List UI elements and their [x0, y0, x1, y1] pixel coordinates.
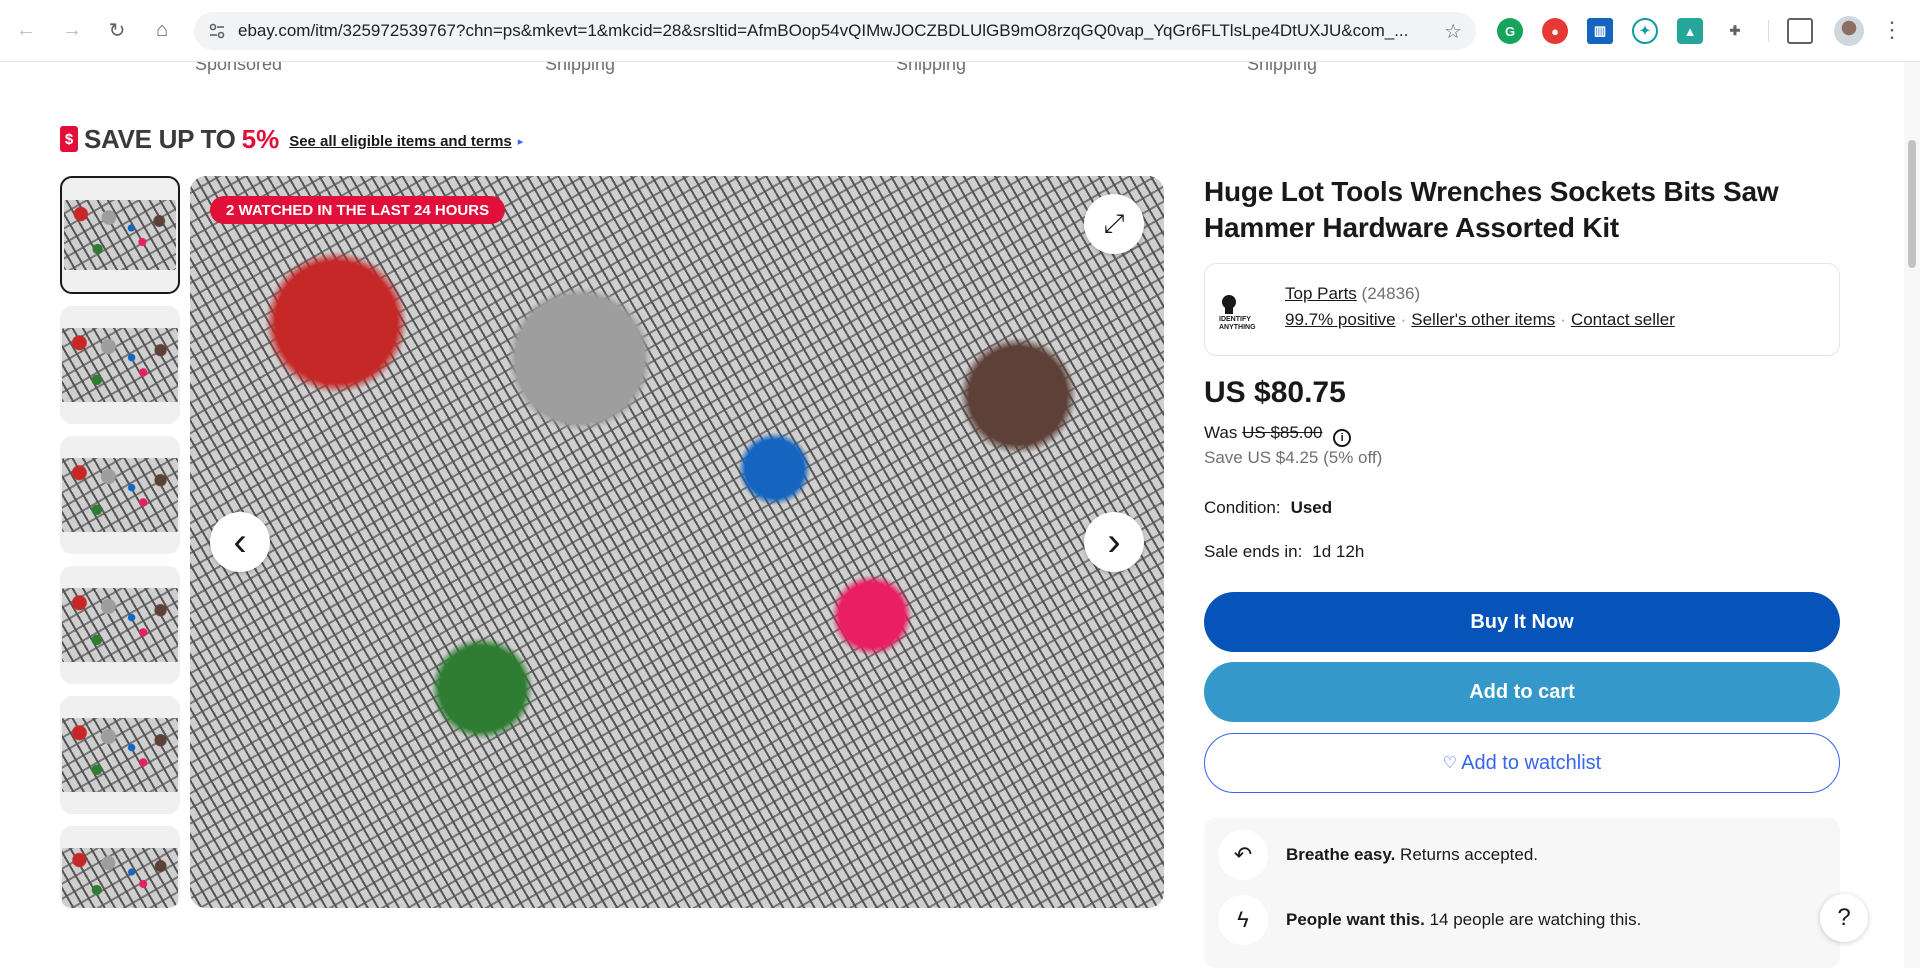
thumbnail-4[interactable]: [60, 566, 180, 684]
separator-dot: ·: [1560, 310, 1566, 329]
returns-bold: Breathe easy.: [1286, 845, 1396, 864]
returns-detail: Returns accepted.: [1400, 845, 1539, 864]
page-scrollbar[interactable]: [1904, 62, 1920, 968]
chart-extension-icon[interactable]: ▥: [1587, 18, 1613, 44]
page-content: Sponsored Shipping Shipping Shipping $ S…: [0, 62, 1904, 968]
seller-logo-text: IDENTIFY ANYTHING: [1219, 316, 1256, 331]
returns-row: ↶ Breathe easy. Returns accepted.: [1218, 830, 1538, 880]
seller-card: IDENTIFY ANYTHING Top Parts (24836) 99.7…: [1204, 263, 1840, 356]
sale-ends-row: Sale ends in: 1d 12h: [1204, 542, 1364, 562]
demand-row: ϟ People want this. 14 people are watchi…: [1218, 895, 1641, 945]
assurance-panel: ↶ Breathe easy. Returns accepted. ϟ Peop…: [1204, 818, 1840, 968]
address-bar[interactable]: ebay.com/itm/325972539767?chn=ps&mkevt=1…: [194, 12, 1476, 50]
seller-logo[interactable]: IDENTIFY ANYTHING: [1219, 294, 1271, 331]
toolbar-divider: [1768, 20, 1769, 42]
url-text[interactable]: ebay.com/itm/325972539767?chn=ps&mkevt=1…: [234, 21, 1454, 41]
info-icon[interactable]: i: [1333, 429, 1352, 447]
thumbnail-3[interactable]: [60, 436, 180, 554]
seller-feedback-count: (24836): [1361, 284, 1421, 303]
savings-text: Save US $4.25 (5% off): [1204, 448, 1383, 467]
reload-icon[interactable]: ↻: [101, 14, 133, 46]
eligible-items-link[interactable]: See all eligible items and terms: [289, 133, 512, 150]
item-price: US $80.75: [1204, 376, 1346, 409]
save-percent: 5%: [241, 123, 280, 154]
thumbnail-image: [62, 588, 178, 662]
browser-toolbar: ← → ↻ ⌂ ebay.com/itm/325972539767?chn=ps…: [0, 0, 1920, 62]
next-image-button[interactable]: ›: [1084, 512, 1144, 572]
seller-other-items-link[interactable]: Seller's other items: [1411, 310, 1555, 329]
thumbnail-2[interactable]: [60, 306, 180, 424]
site-info-icon[interactable]: [200, 12, 234, 50]
shipping-label: Shipping: [545, 62, 616, 74]
thumbnail-1[interactable]: [60, 176, 180, 294]
thumbnail-image: [64, 200, 176, 270]
condition-label: Condition:: [1204, 498, 1281, 517]
separator-dot: ·: [1400, 310, 1407, 329]
add-to-watchlist-button[interactable]: ♡ Add to watchlist: [1204, 733, 1840, 793]
help-button[interactable]: ?: [1820, 894, 1868, 942]
was-label: Was: [1204, 423, 1238, 442]
sale-ends-label: Sale ends in:: [1204, 542, 1303, 561]
demand-text: People want this. 14 people are watching…: [1286, 910, 1641, 930]
seller-name-row: Top Parts (24836): [1285, 284, 1420, 304]
thumbnail-5[interactable]: [60, 696, 180, 814]
buy-it-now-button[interactable]: Buy It Now: [1204, 592, 1840, 652]
sponsored-label: Sponsored: [195, 62, 283, 74]
shipping-label: Shipping: [1247, 62, 1318, 74]
thumbnail-image: [62, 458, 178, 532]
previous-image-button[interactable]: ‹: [210, 512, 270, 572]
item-title: Huge Lot Tools Wrenches Sockets Bits Saw…: [1204, 176, 1779, 243]
seller-links: 99.7% positive · Seller's other items · Cont…: [1285, 310, 1675, 330]
positive-feedback-link[interactable]: 99.7% positive: [1285, 310, 1396, 329]
was-price-row: Was US $85.00 i: [1204, 423, 1352, 447]
thumbnail-image: [62, 718, 178, 792]
browser-menu-icon[interactable]: ⋮: [1876, 14, 1908, 46]
condition-row: Condition: Used: [1204, 498, 1332, 518]
profile-avatar[interactable]: [1834, 16, 1864, 46]
bookmark-star-icon[interactable]: ☆: [1444, 19, 1462, 44]
thumbnail-image: [62, 848, 178, 908]
extensions-puzzle-icon[interactable]: ✚: [1722, 18, 1748, 44]
lightning-icon: ϟ: [1218, 895, 1268, 945]
home-icon[interactable]: ⌂: [146, 14, 178, 46]
watchlist-label: Add to watchlist: [1461, 751, 1602, 774]
triangle-right-icon: ▸: [517, 135, 524, 148]
contact-seller-link[interactable]: Contact seller: [1571, 310, 1675, 329]
heart-icon: ♡: [1442, 755, 1458, 772]
pokeball-extension-icon[interactable]: ●: [1542, 18, 1568, 44]
demand-bold: People want this.: [1286, 910, 1425, 929]
seller-name-link[interactable]: Top Parts: [1285, 284, 1357, 303]
side-panel-icon[interactable]: [1787, 18, 1813, 44]
condition-value: Used: [1290, 498, 1333, 517]
main-product-image[interactable]: 2 WATCHED IN THE LAST 24 HOURS ⤢ ‹ ›: [190, 176, 1164, 908]
save-up-to-text: SAVE UP TO: [84, 123, 236, 154]
network-extension-icon[interactable]: ✦: [1632, 18, 1658, 44]
image-extension-icon[interactable]: ▲: [1677, 18, 1703, 44]
expand-icon[interactable]: ⤢: [1084, 194, 1144, 254]
returns-text: Breathe easy. Returns accepted.: [1286, 845, 1538, 865]
coupon-tag-icon: $: [60, 126, 78, 152]
watched-badge: 2 WATCHED IN THE LAST 24 HOURS: [210, 196, 506, 224]
shipping-label: Shipping: [896, 62, 967, 74]
product-photo: [190, 176, 1164, 908]
original-price: US $85.00: [1242, 423, 1323, 442]
grammarly-extension-icon[interactable]: G: [1497, 18, 1523, 44]
return-arrow-icon: ↶: [1218, 830, 1268, 880]
add-to-cart-button[interactable]: Add to cart: [1204, 662, 1840, 722]
forward-icon[interactable]: →: [56, 14, 88, 46]
thumbnail-6[interactable]: [60, 826, 180, 908]
previous-carousel-row: Sponsored Shipping Shipping Shipping: [0, 62, 1904, 74]
coupon-banner: $ SAVE UP TO 5% See all eligible items a…: [60, 124, 523, 154]
sale-ends-value: 1d 12h: [1312, 542, 1365, 561]
demand-detail: 14 people are watching this.: [1429, 910, 1642, 929]
thumbnail-image: [62, 328, 178, 402]
scrollbar-thumb[interactable]: [1908, 140, 1916, 268]
back-icon[interactable]: ←: [10, 14, 42, 46]
